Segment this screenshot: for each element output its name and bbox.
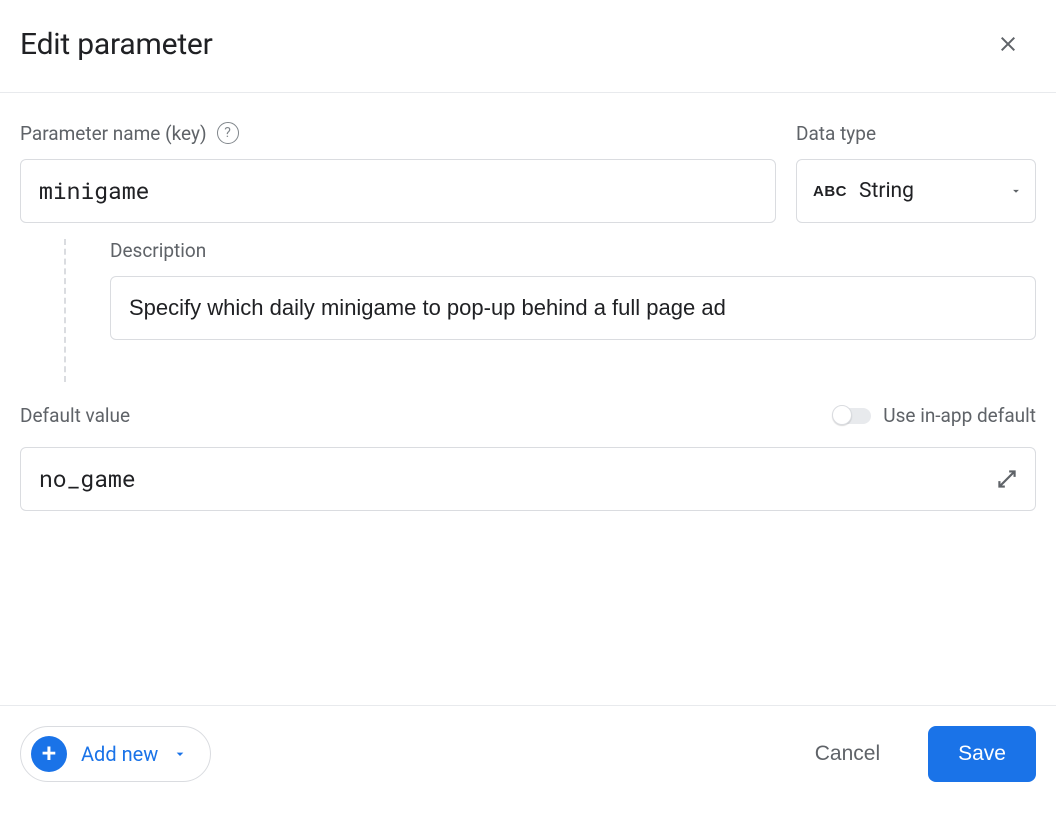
default-value-label: Default value — [20, 404, 130, 427]
close-icon — [996, 32, 1020, 56]
dialog-footer: + Add new Cancel Save — [0, 705, 1056, 802]
data-type-label: Data type — [796, 122, 876, 145]
description-block: Description — [20, 239, 1036, 382]
dropdown-caret-icon — [1009, 184, 1023, 198]
data-type-select[interactable]: ABC String — [796, 159, 1036, 223]
dialog-content: Parameter name (key) ? Data type ABC Str… — [0, 93, 1056, 511]
string-type-icon: ABC — [813, 183, 847, 200]
dropdown-caret-icon — [172, 746, 188, 762]
close-button[interactable] — [984, 20, 1032, 68]
plus-icon: + — [31, 736, 67, 772]
param-name-block: Parameter name (key) ? — [20, 121, 776, 223]
description-input[interactable] — [110, 276, 1036, 340]
indent-guide — [64, 239, 66, 382]
add-new-button[interactable]: + Add new — [20, 726, 211, 782]
help-icon[interactable]: ? — [217, 122, 239, 144]
save-button[interactable]: Save — [928, 726, 1036, 782]
use-inapp-default-toggle[interactable]: Use in-app default — [833, 404, 1036, 427]
toggle-thumb — [832, 405, 852, 425]
dialog-header: Edit parameter — [0, 0, 1056, 93]
data-type-label-row: Data type — [796, 121, 1036, 145]
param-name-input[interactable] — [20, 159, 776, 223]
dialog-title: Edit parameter — [20, 27, 213, 62]
top-row: Parameter name (key) ? Data type ABC Str… — [20, 121, 1036, 223]
param-name-label: Parameter name (key) — [20, 122, 207, 145]
use-inapp-default-label: Use in-app default — [883, 404, 1036, 427]
default-value-block: Default value Use in-app default — [20, 404, 1036, 511]
cancel-button[interactable]: Cancel — [787, 726, 908, 782]
toggle-track — [833, 408, 871, 424]
data-type-block: Data type ABC String — [796, 121, 1036, 223]
add-new-label: Add new — [81, 742, 158, 766]
footer-actions: Cancel Save — [787, 726, 1036, 782]
description-label: Description — [110, 239, 1036, 262]
default-value-input[interactable] — [20, 447, 1036, 511]
default-header-row: Default value Use in-app default — [20, 404, 1036, 427]
expand-icon — [994, 466, 1020, 492]
expand-editor-button[interactable] — [988, 460, 1026, 498]
data-type-value: String — [859, 179, 997, 203]
param-name-label-row: Parameter name (key) ? — [20, 121, 776, 145]
default-input-wrap — [20, 447, 1036, 511]
